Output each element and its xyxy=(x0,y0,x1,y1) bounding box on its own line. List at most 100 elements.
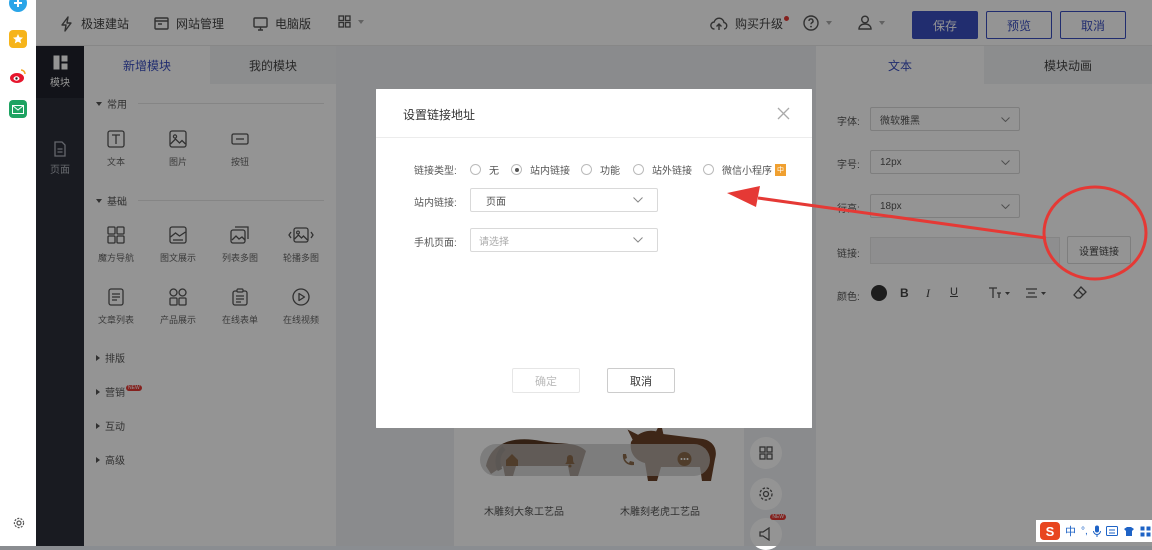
tile-label: 列表多图 xyxy=(221,253,258,263)
section-layout-label: 排版 xyxy=(105,354,125,365)
mobile-page-select[interactable]: 请选择 xyxy=(470,228,658,252)
app-icon-1[interactable] xyxy=(9,0,27,12)
radio-label: 无 xyxy=(489,166,499,177)
sogou-ime-icon[interactable]: S xyxy=(1040,522,1060,540)
color-label: 颜色: xyxy=(837,292,860,303)
tile-label: 产品展示 xyxy=(159,315,196,325)
font-select[interactable]: 微软雅黑 xyxy=(870,107,1020,131)
phone-icon[interactable] xyxy=(620,452,636,468)
font-size-select[interactable]: 12px xyxy=(870,150,1020,174)
text-format-dropdown[interactable] xyxy=(988,286,1010,300)
float-announce-button[interactable]: NEW xyxy=(750,514,786,550)
radio-circle xyxy=(633,164,644,175)
help-menu[interactable] xyxy=(803,15,832,31)
weibo-icon[interactable] xyxy=(9,67,27,85)
eraser-icon[interactable] xyxy=(1073,286,1087,300)
tile-label: 按钮 xyxy=(230,157,249,167)
tile-label: 魔方导航 xyxy=(97,253,134,263)
float-settings-button[interactable] xyxy=(750,478,782,510)
skin-shirt-icon[interactable] xyxy=(1123,526,1135,537)
keyboard-icon[interactable] xyxy=(1105,526,1118,536)
os-taskbar-strip xyxy=(0,0,36,546)
bell-icon[interactable] xyxy=(562,452,578,468)
tab-text[interactable]: 文本 xyxy=(816,46,984,84)
home-icon[interactable] xyxy=(504,452,520,468)
caret-down-icon xyxy=(96,198,102,203)
bottom-nav-bar[interactable] xyxy=(480,444,710,476)
radio-internal-link[interactable]: 站内链接 xyxy=(511,162,570,177)
tile-image-text[interactable]: 图文展示 xyxy=(153,226,203,264)
radio-none[interactable]: 无 xyxy=(470,162,499,177)
set-link-button[interactable]: 设置链接 xyxy=(1067,236,1131,264)
tile-online-form[interactable]: 在线表单 xyxy=(215,288,265,326)
tile-text[interactable]: 文本 xyxy=(91,130,141,168)
save-button[interactable]: 保存 xyxy=(912,11,978,39)
cancel-top-button[interactable]: 取消 xyxy=(1060,11,1126,39)
settings-gear-icon[interactable] xyxy=(12,516,26,530)
radio-function[interactable]: 功能 xyxy=(581,162,620,177)
image-icon xyxy=(169,130,187,148)
sidebar-item-module[interactable]: 模块 xyxy=(36,46,84,98)
ime-punct-icon[interactable]: °, xyxy=(1081,526,1088,537)
tab-module-animation[interactable]: 模块动画 xyxy=(984,46,1152,84)
align-dropdown[interactable] xyxy=(1025,287,1046,299)
confirm-button[interactable]: 确定 xyxy=(512,368,580,393)
module-panel: 新增模块 我的模块 常用 文本 图片 按钮 基础 魔方导航 图文展示 列表多图 … xyxy=(84,46,336,546)
microphone-icon[interactable] xyxy=(1092,525,1101,537)
toolbox-grid-icon[interactable] xyxy=(1140,526,1151,537)
line-height-select[interactable]: 18px xyxy=(870,194,1020,218)
section-interact[interactable]: 互动 xyxy=(96,418,125,433)
tile-online-video[interactable]: 在线视频 xyxy=(276,288,326,326)
sidebar-module-label: 模块 xyxy=(50,78,70,89)
dialog-cancel-button[interactable]: 取消 xyxy=(607,368,675,393)
chevron-down-icon xyxy=(633,237,643,243)
font-size-value: 12px xyxy=(880,156,902,168)
play-circle-icon xyxy=(292,288,310,306)
radio-wechat-mini[interactable]: 微信小程序中 xyxy=(703,162,786,177)
tile-carousel[interactable]: 轮播多图 xyxy=(276,226,326,264)
site-manage-menu[interactable]: 网站管理 xyxy=(154,15,224,32)
tile-button[interactable]: 按钮 xyxy=(215,130,265,168)
tile-cube-nav[interactable]: 魔方导航 xyxy=(91,226,141,264)
quick-build-menu[interactable]: 极速建站 xyxy=(60,15,129,32)
cloud-upload-icon xyxy=(710,17,728,30)
preview-button[interactable]: 预览 xyxy=(986,11,1052,39)
pc-version-menu[interactable]: 电脑版 xyxy=(253,15,311,32)
tile-product-display[interactable]: 产品展示 xyxy=(153,288,203,326)
italic-button[interactable]: I xyxy=(926,286,930,301)
section-common[interactable]: 常用 xyxy=(96,96,324,111)
buy-upgrade-link[interactable]: 购买升级 xyxy=(710,15,790,32)
color-swatch[interactable] xyxy=(871,285,887,301)
internal-link-value: 页面 xyxy=(486,196,506,208)
section-layout[interactable]: 排版 xyxy=(96,350,125,365)
section-basic[interactable]: 基础 xyxy=(96,193,324,208)
close-icon[interactable] xyxy=(777,107,790,120)
tile-list-multi-image[interactable]: 列表多图 xyxy=(215,226,265,264)
megaphone-icon xyxy=(759,527,770,541)
apps-grid-menu[interactable] xyxy=(338,15,364,28)
ime-chinese-icon[interactable]: 中 xyxy=(1065,523,1076,539)
tab-new-module[interactable]: 新增模块 xyxy=(84,46,210,84)
user-menu[interactable] xyxy=(858,15,885,30)
link-input[interactable] xyxy=(870,237,1060,264)
site-manage-label: 网站管理 xyxy=(176,17,225,31)
favorites-star-icon[interactable] xyxy=(9,30,27,48)
chevron-down-icon xyxy=(633,197,643,203)
underline-button[interactable]: U xyxy=(950,286,958,298)
sidebar-item-page[interactable]: 页面 xyxy=(36,132,84,184)
radio-external-link[interactable]: 站外链接 xyxy=(633,162,692,177)
tile-article-list[interactable]: 文章列表 xyxy=(91,288,141,326)
section-advanced[interactable]: 高级 xyxy=(96,452,125,467)
quick-build-label: 极速建站 xyxy=(81,17,130,31)
tile-image[interactable]: 图片 xyxy=(153,130,203,168)
float-grid-button[interactable] xyxy=(750,437,782,469)
tile-label: 图文展示 xyxy=(159,253,196,263)
mail-icon[interactable] xyxy=(9,100,27,118)
chat-icon[interactable] xyxy=(676,451,693,468)
section-marketing[interactable]: 营销 NEW xyxy=(96,384,142,399)
bold-button[interactable]: B xyxy=(900,286,909,300)
internal-link-select[interactable]: 页面 xyxy=(470,188,658,212)
mobile-page-placeholder: 请选择 xyxy=(479,236,509,248)
mobile-page-label: 手机页面: xyxy=(414,238,457,249)
tab-my-module[interactable]: 我的模块 xyxy=(210,46,336,84)
